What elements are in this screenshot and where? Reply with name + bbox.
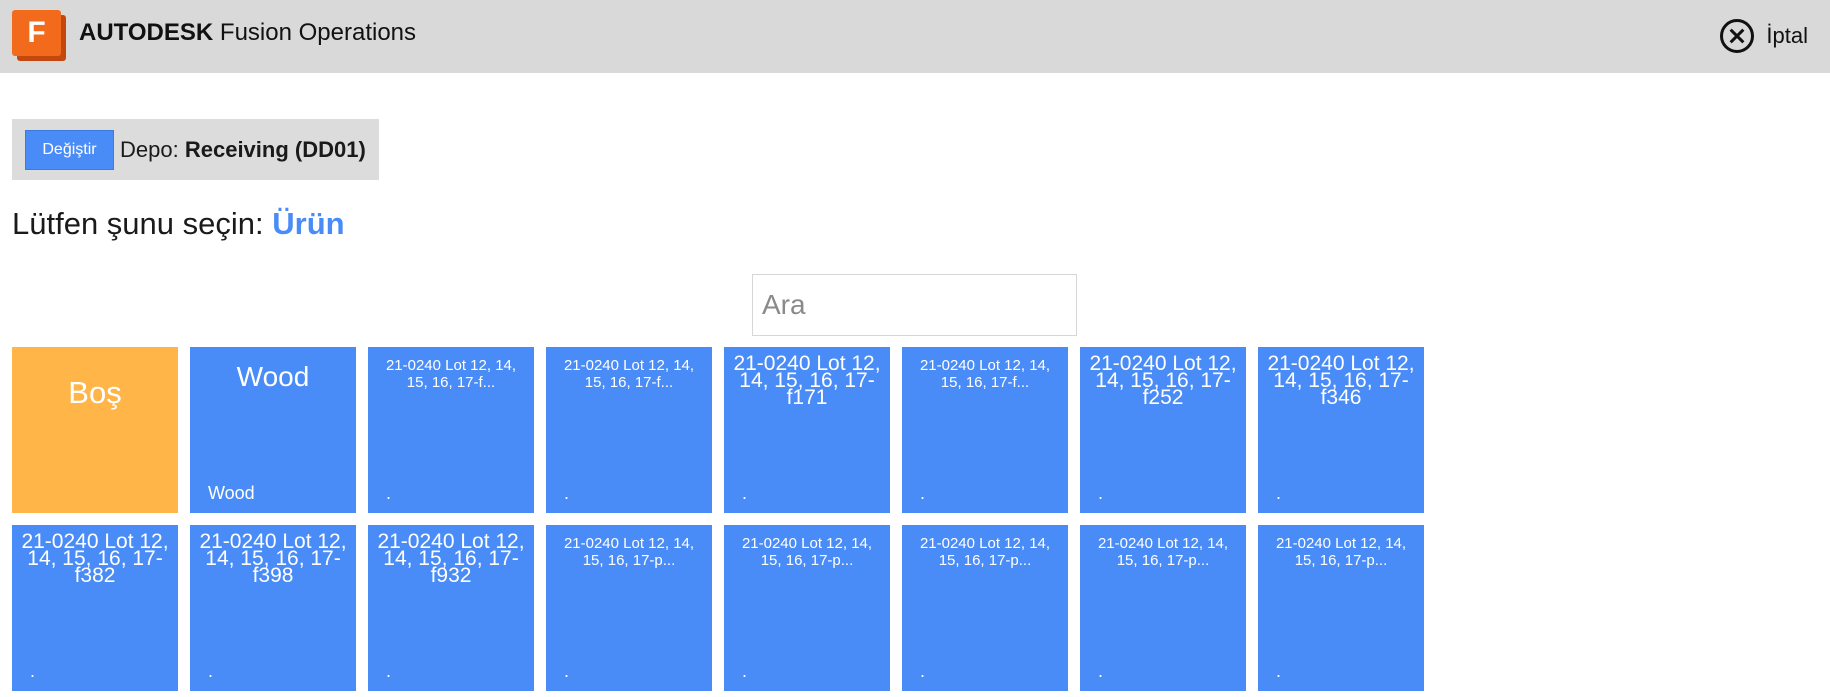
tile-title: 21-0240 Lot 12, 14, 15, 16, 17-f932	[377, 530, 525, 587]
depot-prefix: Depo:	[120, 136, 179, 162]
tile-subtitle: .	[386, 483, 392, 503]
tile-title: 21-0240 Lot 12, 14, 15, 16, 17-f398	[199, 530, 347, 587]
search-input[interactable]	[752, 274, 1077, 336]
product-tile[interactable]: 21-0240 Lot 12, 14, 15, 16, 17-f346.	[1258, 347, 1424, 513]
prompt-highlight: Ürün	[272, 206, 345, 241]
product-name: Fusion Operations	[219, 19, 417, 46]
tile-title: Boş	[68, 375, 122, 410]
tile-subtitle: .	[1276, 483, 1282, 503]
product-tile[interactable]: 21-0240 Lot 12, 14, 15, 16, 17-f....	[368, 347, 534, 513]
tile-subtitle: .	[1276, 661, 1282, 681]
tile-title: 21-0240 Lot 12, 14, 15, 16, 17-f...	[563, 357, 695, 391]
tile-title: 21-0240 Lot 12, 14, 15, 16, 17-p...	[563, 535, 695, 569]
tile-subtitle: .	[208, 661, 214, 681]
tile-title: 21-0240 Lot 12, 14, 15, 16, 17-f171	[733, 352, 881, 409]
depot-label: Depo: Receiving (DD01)	[120, 137, 366, 163]
fusion-logo-icon: F	[12, 10, 66, 61]
tile-subtitle: .	[564, 661, 570, 681]
tile-subtitle: .	[742, 483, 748, 503]
tile-subtitle: .	[386, 661, 392, 681]
tile-title: 21-0240 Lot 12, 14, 15, 16, 17-f...	[385, 357, 517, 391]
tile-subtitle: .	[1098, 483, 1104, 503]
brand-name: AUTODESK	[79, 19, 214, 46]
empty-tile[interactable]: Boş	[12, 347, 178, 513]
product-tile[interactable]: 21-0240 Lot 12, 14, 15, 16, 17-f382.	[12, 525, 178, 691]
tile-title: 21-0240 Lot 12, 14, 15, 16, 17-f252	[1089, 352, 1237, 409]
product-tile[interactable]: 21-0240 Lot 12, 14, 15, 16, 17-f....	[902, 347, 1068, 513]
close-circle-icon	[1720, 19, 1755, 53]
logo-letter: F	[12, 10, 61, 56]
product-tile[interactable]: 21-0240 Lot 12, 14, 15, 16, 17-f932.	[368, 525, 534, 691]
product-tile[interactable]: 21-0240 Lot 12, 14, 15, 16, 17-f....	[546, 347, 712, 513]
product-tile[interactable]: 21-0240 Lot 12, 14, 15, 16, 17-f398.	[190, 525, 356, 691]
selection-prompt: Lütfen şunu seçin: Ürün	[12, 204, 345, 244]
tile-title: 21-0240 Lot 12, 14, 15, 16, 17-p...	[919, 535, 1051, 569]
cancel-label: İptal	[1766, 23, 1808, 48]
tile-title: 21-0240 Lot 12, 14, 15, 16, 17-f...	[919, 357, 1051, 391]
cancel-button[interactable]: İptal	[1720, 16, 1808, 56]
app-title: AUTODESK Fusion Operations	[79, 18, 416, 48]
tile-title: 21-0240 Lot 12, 14, 15, 16, 17-f382	[21, 530, 169, 587]
tile-subtitle: .	[1098, 661, 1104, 681]
product-tile[interactable]: 21-0240 Lot 12, 14, 15, 16, 17-p....	[902, 525, 1068, 691]
tile-title: Wood	[236, 361, 310, 392]
tile-title: 21-0240 Lot 12, 14, 15, 16, 17-p...	[1097, 535, 1229, 569]
product-tile[interactable]: 21-0240 Lot 12, 14, 15, 16, 17-p....	[724, 525, 890, 691]
tile-subtitle: .	[920, 483, 926, 503]
tile-subtitle: .	[30, 661, 36, 681]
tile-subtitle: .	[564, 483, 570, 503]
product-tile[interactable]: 21-0240 Lot 12, 14, 15, 16, 17-p....	[546, 525, 712, 691]
depot-value: Receiving (DD01)	[184, 136, 366, 162]
tile-subtitle: .	[742, 661, 748, 681]
product-tile[interactable]: 21-0240 Lot 12, 14, 15, 16, 17-f252.	[1080, 347, 1246, 513]
tile-title: 21-0240 Lot 12, 14, 15, 16, 17-p...	[1275, 535, 1407, 569]
depot-bar: Değiştir Depo: Receiving (DD01)	[12, 119, 379, 180]
tile-subtitle: Wood	[208, 483, 255, 503]
tile-title: 21-0240 Lot 12, 14, 15, 16, 17-f346	[1267, 352, 1415, 409]
prompt-text: Lütfen şunu seçin:	[12, 206, 264, 241]
product-tile[interactable]: Wood Wood	[190, 347, 356, 513]
tile-subtitle: .	[920, 661, 926, 681]
product-tile[interactable]: 21-0240 Lot 12, 14, 15, 16, 17-p....	[1258, 525, 1424, 691]
product-tile[interactable]: 21-0240 Lot 12, 14, 15, 16, 17-p....	[1080, 525, 1246, 691]
product-tile[interactable]: 21-0240 Lot 12, 14, 15, 16, 17-f171.	[724, 347, 890, 513]
tile-title: 21-0240 Lot 12, 14, 15, 16, 17-p...	[741, 535, 873, 569]
change-depot-button[interactable]: Değiştir	[25, 129, 114, 170]
app-header: F AUTODESK Fusion Operations İptal	[0, 0, 1830, 73]
